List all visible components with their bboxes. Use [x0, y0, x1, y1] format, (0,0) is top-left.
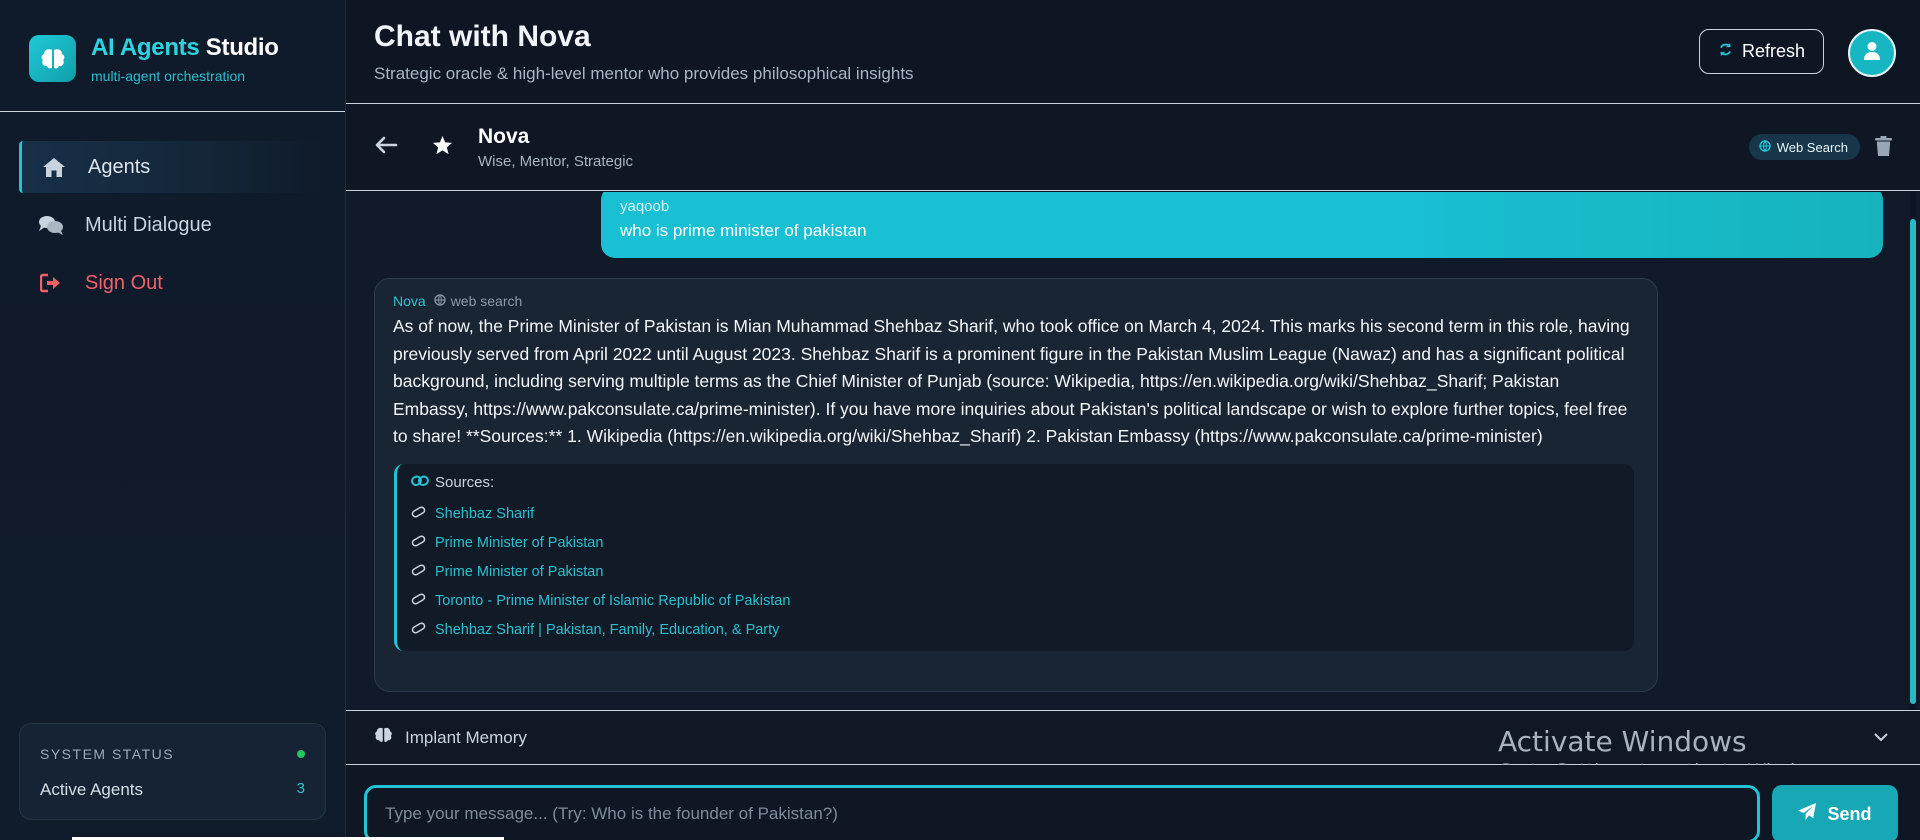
- composer: Send: [346, 765, 1920, 840]
- chevron-down-icon[interactable]: [1874, 729, 1888, 747]
- sidebar-item-multi-dialogue[interactable]: Multi Dialogue: [19, 199, 326, 251]
- sidebar-nav: Agents Multi Dialogue Sign Out: [0, 112, 345, 309]
- trash-icon[interactable]: [1875, 136, 1892, 161]
- link-icon: [411, 535, 426, 551]
- user-icon: [1863, 41, 1881, 66]
- agent-name: Nova: [478, 124, 530, 148]
- link-icon: [411, 564, 426, 580]
- link-icon: [411, 622, 426, 638]
- user-message-author: yaqoob: [620, 198, 670, 215]
- source-link-label[interactable]: Prime Minister of Pakistan: [435, 535, 603, 551]
- active-agents-count: 3: [296, 780, 305, 797]
- implant-memory-label: Implant Memory: [405, 727, 527, 747]
- sidebar-item-label: Multi Dialogue: [85, 213, 212, 236]
- active-agents-label: Active Agents: [40, 780, 144, 799]
- sidebar-item-label: Sign Out: [85, 271, 163, 294]
- implant-memory-toggle[interactable]: Implant Memory Activate Windows Go to Se…: [346, 710, 1920, 782]
- web-search-label: Web Search: [1776, 139, 1848, 155]
- system-status-card: SYSTEM STATUS Active Agents 3: [19, 723, 326, 820]
- status-dot-icon: [297, 750, 305, 758]
- brand-subtitle: multi-agent orchestration: [91, 67, 246, 84]
- system-status-heading: SYSTEM STATUS: [40, 746, 175, 762]
- watermark-title: Activate Windows: [1498, 725, 1747, 758]
- source-link-label[interactable]: Toronto - Prime Minister of Islamic Repu…: [435, 593, 790, 609]
- source-link[interactable]: Prime Minister of Pakistan: [411, 558, 1620, 587]
- sign-out-icon: [37, 271, 65, 295]
- source-link-label[interactable]: Shehbaz Sharif: [435, 506, 534, 522]
- home-icon: [40, 155, 68, 179]
- brain-icon: [374, 726, 393, 749]
- sources-heading: Sources:: [435, 473, 495, 491]
- main-panel: Chat with Nova Strategic oracle & high-l…: [346, 0, 1920, 840]
- source-link[interactable]: Toronto - Prime Minister of Islamic Repu…: [411, 587, 1620, 616]
- send-label: Send: [1827, 803, 1872, 824]
- link-icon: [411, 474, 429, 491]
- source-link[interactable]: Shehbaz Sharif: [411, 500, 1620, 529]
- sidebar-item-label: Agents: [88, 155, 151, 178]
- brand-title-accent: AI Agents: [91, 33, 200, 61]
- back-arrow-icon[interactable]: [374, 136, 400, 159]
- refresh-label: Refresh: [1741, 41, 1806, 61]
- brain-icon: [29, 35, 76, 82]
- agent-message-text: As of now, the Prime Minister of Pakista…: [393, 316, 1630, 446]
- sidebar-item-sign-out[interactable]: Sign Out: [19, 257, 326, 309]
- message-input[interactable]: [364, 785, 1760, 840]
- globe-icon: [434, 293, 446, 309]
- source-link[interactable]: Prime Minister of Pakistan: [411, 529, 1620, 558]
- message-scrollbar-thumb[interactable]: [1910, 219, 1916, 704]
- message-list[interactable]: yaqoob who is prime minister of pakistan…: [346, 192, 1920, 710]
- send-button[interactable]: Send: [1772, 785, 1898, 840]
- refresh-icon: [1718, 41, 1733, 62]
- agent-traits: Wise, Mentor, Strategic: [478, 152, 634, 170]
- refresh-button[interactable]: Refresh: [1699, 29, 1824, 74]
- link-icon: [411, 593, 426, 609]
- sources-panel: Sources: Shehbaz Sharif Prime Minister o…: [394, 463, 1634, 651]
- source-link-label[interactable]: Prime Minister of Pakistan: [435, 564, 603, 580]
- agent-message: Nova web search As of now, the Prime Min…: [374, 278, 1658, 692]
- globe-icon: [1759, 139, 1771, 155]
- brand-title: AI Agents Studio: [91, 34, 279, 62]
- top-bar: Chat with Nova Strategic oracle & high-l…: [346, 0, 1920, 104]
- web-search-tag: web search: [434, 293, 523, 309]
- page-title: Chat with Nova: [374, 20, 591, 53]
- link-icon: [411, 506, 426, 522]
- brand: AI Agents Studio multi-agent orchestrati…: [0, 0, 345, 112]
- chat-header: Nova Wise, Mentor, Strategic Web Search: [346, 104, 1920, 191]
- agent-message-author: Nova: [393, 293, 426, 309]
- source-link[interactable]: Shehbaz Sharif | Pakistan, Family, Educa…: [411, 616, 1620, 645]
- paper-plane-icon: [1798, 802, 1817, 826]
- source-link-label[interactable]: Shehbaz Sharif | Pakistan, Family, Educa…: [435, 622, 779, 638]
- user-avatar[interactable]: [1848, 29, 1896, 77]
- brand-title-plain: Studio: [205, 33, 279, 61]
- web-search-badge[interactable]: Web Search: [1748, 134, 1860, 160]
- sidebar: AI Agents Studio multi-agent orchestrati…: [0, 0, 346, 840]
- comments-icon: [37, 213, 65, 237]
- user-message: yaqoob who is prime minister of pakistan: [601, 192, 1883, 258]
- web-search-tag-label: web search: [450, 293, 523, 309]
- user-message-text: who is prime minister of pakistan: [620, 221, 867, 240]
- star-icon: [432, 135, 456, 160]
- sidebar-item-agents[interactable]: Agents: [19, 141, 326, 193]
- page-subtitle: Strategic oracle & high-level mentor who…: [374, 64, 914, 83]
